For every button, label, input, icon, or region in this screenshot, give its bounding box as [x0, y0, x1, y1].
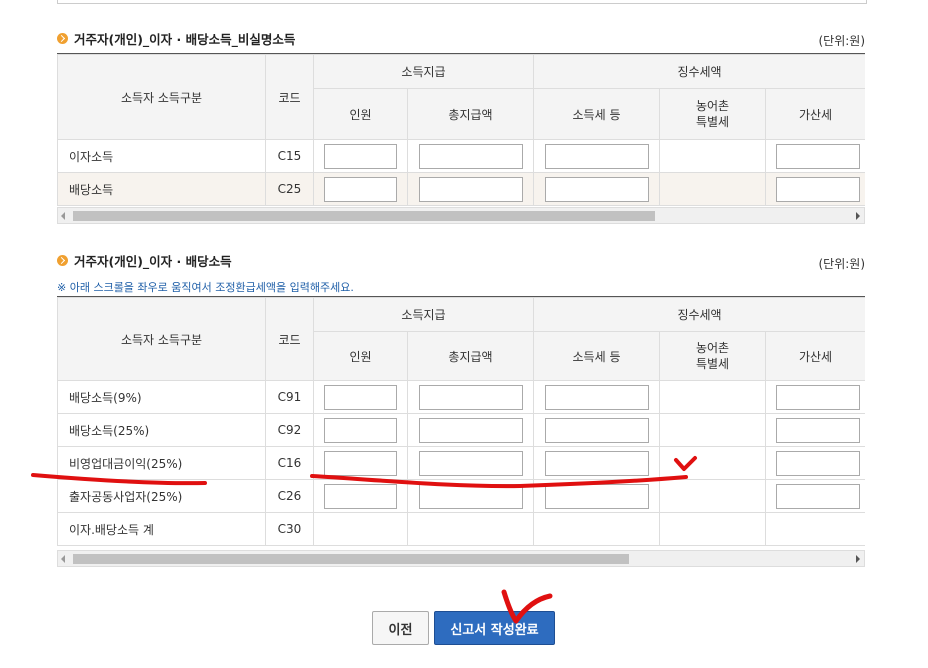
header-rural-tax: 농어촌 특별세 — [659, 88, 767, 140]
previous-table-bottom — [57, 0, 867, 4]
row-label: 이자.배당소득 계 — [57, 512, 266, 546]
row-label: 배당소득(25%) — [57, 413, 266, 447]
penalty-input[interactable] — [776, 450, 861, 476]
section1-title-text: 거주자(개인)_이자 · 배당소득_비실명소득 — [74, 31, 296, 47]
row-label: 배당소득(9%) — [57, 380, 266, 414]
income-tax-input[interactable] — [544, 384, 649, 410]
table-row: 배당소득(9%) C91 — [57, 380, 865, 414]
row-label: 출자공동사업자(25%) — [57, 479, 266, 513]
header-income-tax: 소득세 등 — [533, 331, 661, 381]
persons-input[interactable] — [324, 384, 397, 410]
header-code: 코드 — [265, 54, 314, 140]
header-rural-tax: 농어촌 특별세 — [659, 331, 767, 381]
total-input[interactable] — [418, 143, 523, 169]
table-row: 배당소득(25%) C92 — [57, 413, 865, 447]
scrollbar-thumb[interactable] — [73, 211, 655, 221]
row-label: 이자소득 — [57, 139, 266, 173]
table-row: 이자.배당소득 계 C30 — [57, 512, 865, 546]
table-row: 출자공동사업자(25%) C26 — [57, 479, 865, 513]
bullet-icon — [57, 254, 68, 266]
section1-title: 거주자(개인)_이자 · 배당소득_비실명소득 — [57, 29, 295, 47]
penalty-input[interactable] — [776, 384, 861, 410]
total-input[interactable] — [418, 176, 523, 202]
penalty-input[interactable] — [776, 483, 861, 509]
header-code: 코드 — [265, 297, 314, 381]
section2-horizontal-scrollbar[interactable] — [57, 550, 865, 567]
table-row: 비영업대금이익(25%) C16 — [57, 446, 865, 480]
row-code: C15 — [265, 139, 314, 173]
scroll-right-arrow-icon[interactable] — [856, 555, 860, 563]
row-code: C91 — [265, 380, 314, 414]
income-tax-input[interactable] — [544, 143, 649, 169]
header-total: 총지급액 — [406, 88, 535, 140]
scroll-left-arrow-icon[interactable] — [61, 555, 65, 563]
penalty-input[interactable] — [776, 176, 861, 202]
row-code: C25 — [265, 172, 314, 206]
persons-input[interactable] — [324, 483, 397, 509]
section1-table-wrap: 소득자 소득구분 코드 소득지급 징수세액 인원 총지급액 소득세 등 농어촌 … — [57, 53, 865, 206]
row-code: C16 — [265, 446, 314, 480]
header-payment: 소득지급 — [312, 297, 535, 332]
header-penalty: 가산세 — [765, 331, 865, 381]
total-input[interactable] — [418, 384, 523, 410]
penalty-input[interactable] — [776, 417, 861, 443]
row-code: C26 — [265, 479, 314, 513]
section2-table-wrap: 소득자 소득구분 코드 소득지급 징수세액 인원 총지급액 소득세 등 농어촌 … — [57, 296, 865, 550]
section2-unit: (단위:원) — [818, 257, 865, 271]
header-persons: 인원 — [313, 88, 408, 140]
section1-unit: (단위:원) — [818, 34, 865, 48]
header-total: 총지급액 — [406, 331, 535, 381]
scrollbar-thumb[interactable] — [73, 554, 629, 564]
income-tax-input[interactable] — [544, 450, 649, 476]
row-label: 비영업대금이익(25%) — [57, 446, 266, 480]
persons-input[interactable] — [324, 176, 397, 202]
total-input[interactable] — [418, 483, 523, 509]
total-input[interactable] — [418, 450, 523, 476]
row-code: C30 — [265, 512, 314, 546]
income-tax-input[interactable] — [544, 417, 649, 443]
section2-title: 거주자(개인)_이자 · 배당소득 — [57, 251, 232, 269]
bullet-icon — [57, 32, 68, 44]
section2-table: 소득자 소득구분 코드 소득지급 징수세액 인원 총지급액 소득세 등 농어촌 … — [57, 297, 865, 546]
section1-horizontal-scrollbar[interactable] — [57, 207, 865, 224]
complete-button[interactable]: 신고서 작성완료 — [434, 611, 555, 645]
income-tax-input[interactable] — [544, 176, 649, 202]
header-penalty: 가산세 — [765, 88, 865, 140]
total-input[interactable] — [418, 417, 523, 443]
header-payment: 소득지급 — [312, 54, 535, 89]
table-row: 이자소득 C15 — [57, 139, 865, 173]
header-income-tax: 소득세 등 — [533, 88, 661, 140]
row-label: 배당소득 — [57, 172, 266, 206]
header-category: 소득자 소득구분 — [57, 297, 266, 381]
row-code: C92 — [265, 413, 314, 447]
income-tax-input[interactable] — [544, 483, 649, 509]
section1-table: 소득자 소득구분 코드 소득지급 징수세액 인원 총지급액 소득세 등 농어촌 … — [57, 54, 865, 206]
header-withholding: 징수세액 — [533, 54, 865, 89]
prev-button[interactable]: 이전 — [372, 611, 429, 645]
scroll-left-arrow-icon[interactable] — [61, 212, 65, 220]
header-withholding: 징수세액 — [533, 297, 865, 332]
penalty-input[interactable] — [776, 143, 861, 169]
header-category: 소득자 소득구분 — [57, 54, 266, 140]
scroll-right-arrow-icon[interactable] — [856, 212, 860, 220]
persons-input[interactable] — [324, 450, 397, 476]
section2-title-text: 거주자(개인)_이자 · 배당소득 — [74, 253, 232, 269]
scroll-notice: ※ 아래 스크롤을 좌우로 움직여서 조정환급세액을 입력해주세요. — [57, 281, 354, 294]
persons-input[interactable] — [324, 417, 397, 443]
header-persons: 인원 — [313, 331, 408, 381]
persons-input[interactable] — [324, 143, 397, 169]
table-row: 배당소득 C25 — [57, 172, 865, 206]
